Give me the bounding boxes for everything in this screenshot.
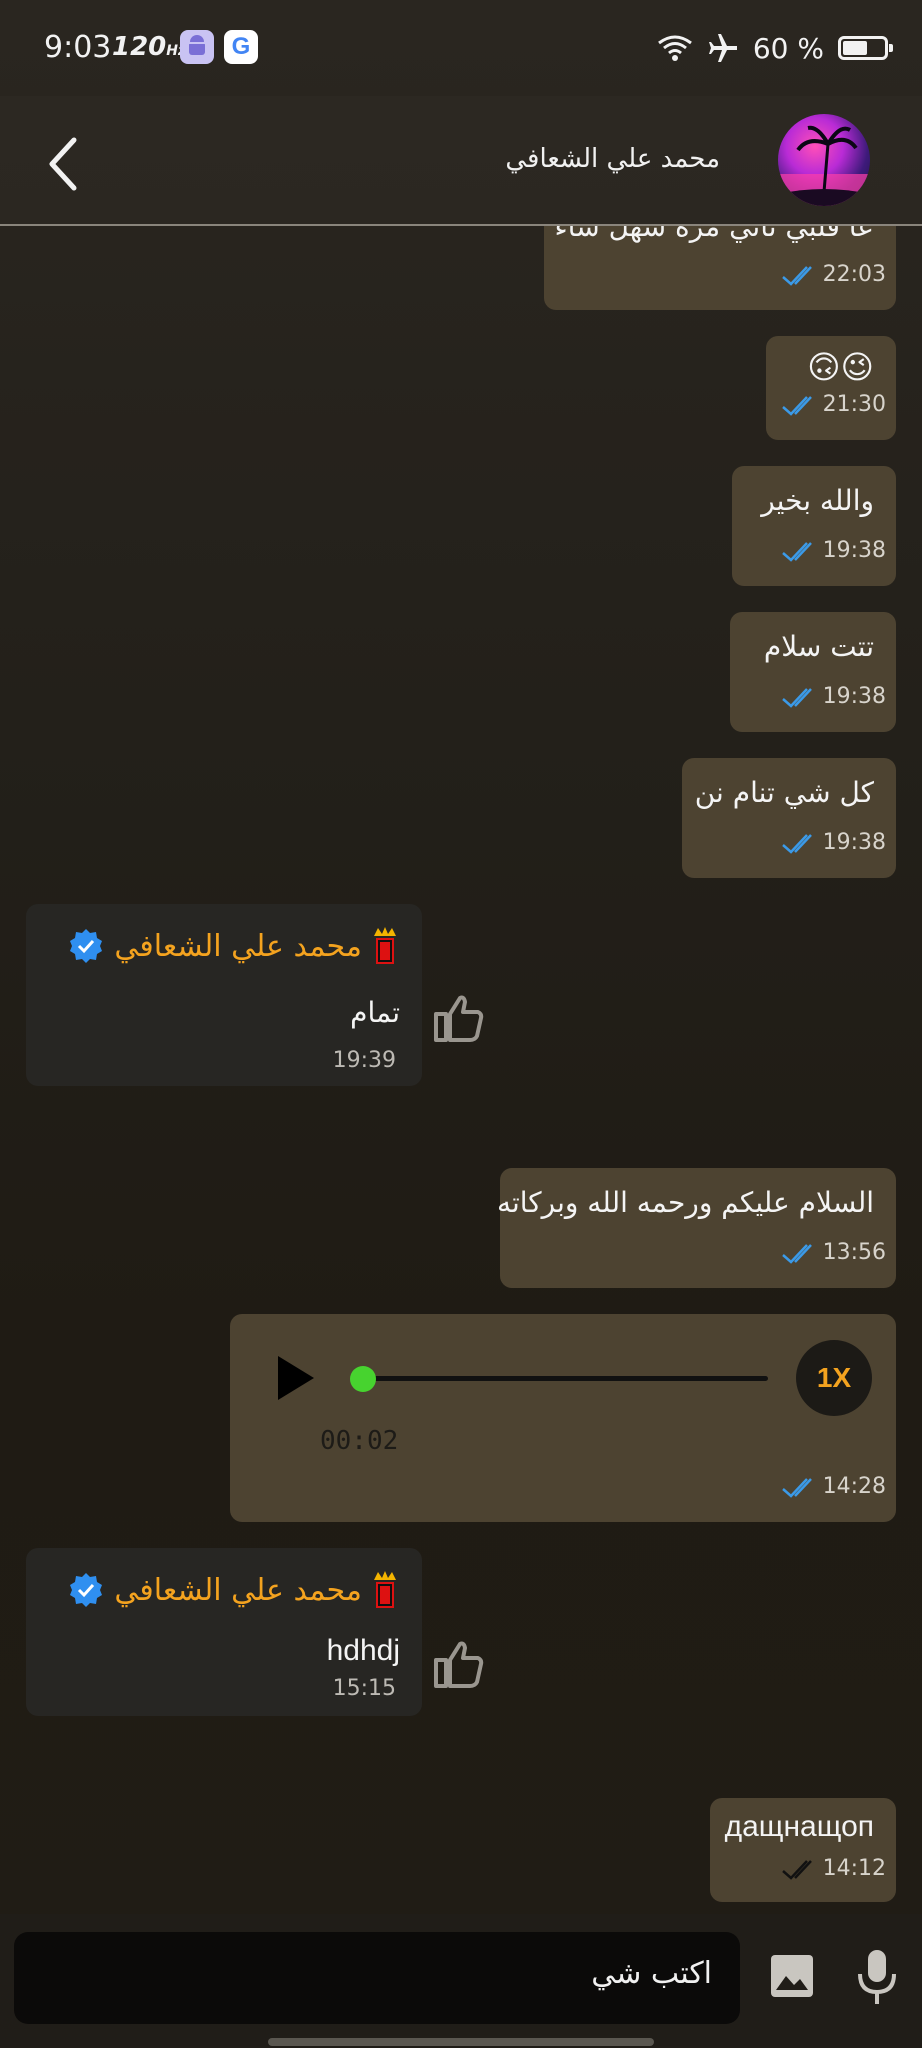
message-time: 14:12 <box>822 1856 886 1881</box>
crown-badge-icon <box>374 1571 396 1608</box>
message-meta: 21:30 <box>781 392 886 417</box>
message-meta: 19:38 <box>781 538 886 563</box>
message-time: 19:38 <box>822 684 886 709</box>
refresh-rate: 120Hz <box>112 32 187 62</box>
message-text: تمام <box>350 996 400 1029</box>
message-bubble-outgoing[interactable]: السلام عليكم ورحمه الله وبركاته 13:56 <box>496 1168 896 1288</box>
status-bar: 9:03 120Hz G 60 % <box>0 0 922 96</box>
avatar[interactable] <box>778 114 870 206</box>
message-text: дащнащоп <box>724 1810 874 1843</box>
message-bubble-incoming[interactable]: محمد علي الشعافي hdhdj 15:15 <box>26 1548 422 1716</box>
status-time: 9:03 <box>44 30 112 65</box>
message-bubble-incoming[interactable]: محمد علي الشعافي تمام 19:39 <box>26 904 422 1086</box>
back-arrow-icon[interactable] <box>40 134 90 194</box>
double-check-icon <box>781 1477 812 1498</box>
battery-icon <box>838 36 893 60</box>
message-composer: اكتب شي <box>0 1914 922 2048</box>
thumbs-up-icon[interactable] <box>430 1636 486 1692</box>
verified-badge-icon <box>70 1573 103 1607</box>
double-check-icon <box>781 541 812 562</box>
message-time: 19:38 <box>822 830 886 855</box>
message-text: hdhdj <box>326 1634 400 1667</box>
message-text: السلام عليكم ورحمه الله وبركاته <box>496 1186 874 1219</box>
message-input[interactable]: اكتب شي <box>14 1932 740 2024</box>
double-check-icon <box>781 265 812 286</box>
crown-badge-icon <box>374 927 396 964</box>
message-meta: 19:38 <box>781 830 886 855</box>
message-meta: 13:56 <box>781 1240 886 1265</box>
message-time: 14:28 <box>822 1474 886 1499</box>
message-bubble-outgoing[interactable]: تتت سلام 19:38 <box>730 612 896 732</box>
status-right: 60 % <box>657 28 893 68</box>
wifi-icon <box>657 35 692 61</box>
message-text: كل شي تنام نن <box>694 776 874 809</box>
double-check-icon <box>781 833 812 854</box>
verified-badge-icon <box>70 929 103 963</box>
message-time: 22:03 <box>822 262 886 287</box>
message-bubble-outgoing[interactable]: كل شي تنام نن 19:38 <box>682 758 896 878</box>
double-check-icon <box>781 395 812 416</box>
voice-message-bubble[interactable]: 00:02 1X 14:28 <box>230 1314 896 1522</box>
playback-speed-button[interactable]: 1X <box>796 1340 872 1416</box>
chat-header: محمد علي الشعافي <box>0 96 922 226</box>
double-check-icon <box>781 687 812 708</box>
message-input-placeholder: اكتب شي <box>591 1956 712 1991</box>
mic-icon[interactable] <box>854 1948 900 2006</box>
message-text: تتت سلام <box>763 630 874 663</box>
message-time: 13:56 <box>822 1240 886 1265</box>
battery-percent: 60 % <box>752 31 824 65</box>
sender-row: محمد علي الشعافي <box>68 926 398 966</box>
sender-name[interactable]: محمد علي الشعافي <box>114 929 362 964</box>
google-notification-icon: G <box>224 30 258 64</box>
message-bubble-outgoing[interactable]: والله بخير 19:38 <box>732 466 896 586</box>
play-icon[interactable] <box>276 1354 316 1402</box>
message-meta: 14:28 <box>781 1474 886 1499</box>
voice-duration: 00:02 <box>320 1426 399 1456</box>
airplane-icon <box>708 34 737 62</box>
contact-name[interactable]: محمد علي الشعافي <box>505 144 720 174</box>
android-notification-icon <box>180 30 214 64</box>
double-check-icon <box>781 1859 812 1880</box>
message-meta: 19:38 <box>781 684 886 709</box>
sender-row: محمد علي الشعافي <box>68 1570 398 1610</box>
image-icon[interactable] <box>768 1952 816 2000</box>
message-bubble-outgoing[interactable]: дащнащоп 14:12 <box>710 1798 896 1902</box>
voice-progress-thumb[interactable] <box>350 1366 376 1392</box>
message-time: 19:38 <box>822 538 886 563</box>
double-check-icon <box>781 1243 812 1264</box>
message-text: 😉🙃 <box>807 348 874 386</box>
thumbs-up-icon[interactable] <box>430 990 486 1046</box>
home-indicator[interactable] <box>268 2038 654 2046</box>
message-meta: 14:12 <box>781 1856 886 1881</box>
message-time: 21:30 <box>822 392 886 417</box>
message-time: 19:39 <box>332 1048 396 1073</box>
message-text: والله بخير <box>761 484 874 517</box>
message-bubble-outgoing[interactable]: 😉🙃 21:30 <box>766 336 896 440</box>
message-time: 15:15 <box>332 1676 396 1701</box>
message-meta: 22:03 <box>781 262 886 287</box>
sender-name[interactable]: محمد علي الشعافي <box>114 1573 362 1608</box>
voice-progress-track[interactable] <box>356 1376 768 1381</box>
